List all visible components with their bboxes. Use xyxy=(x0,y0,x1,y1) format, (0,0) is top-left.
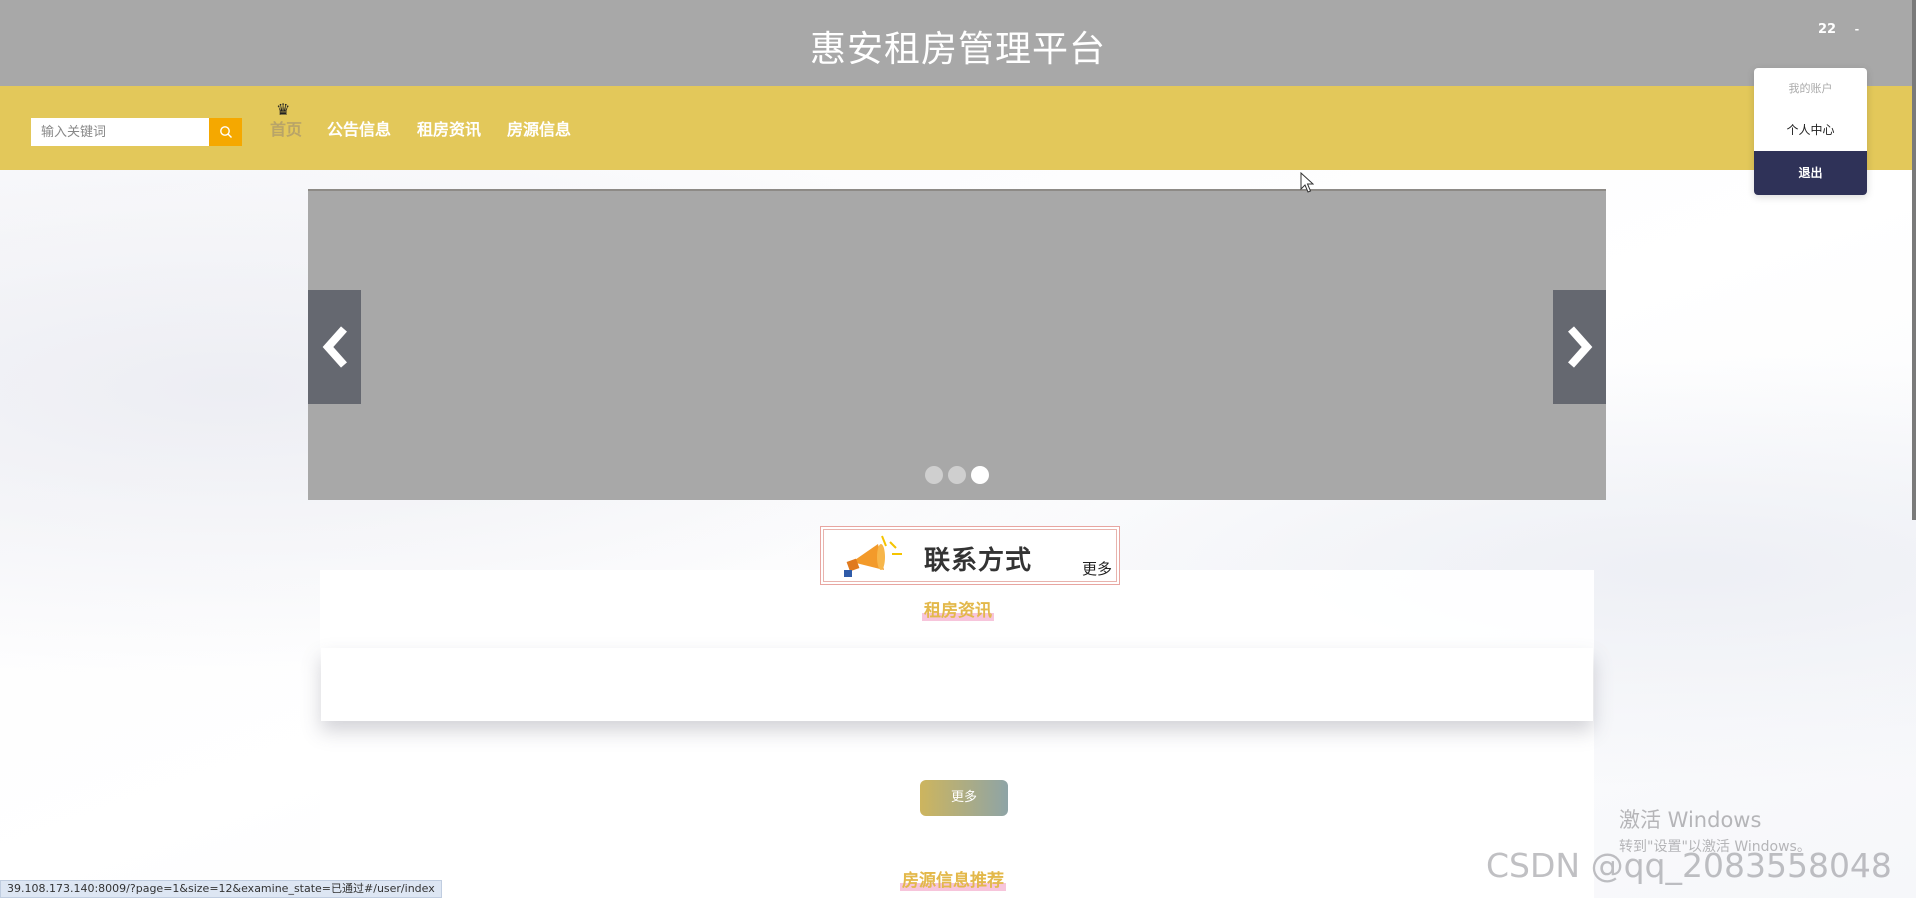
news-list-card xyxy=(321,648,1593,721)
dropdown-item-profile[interactable]: 个人中心 xyxy=(1754,110,1867,151)
carousel-dot[interactable] xyxy=(948,466,966,484)
chevron-left-icon xyxy=(322,326,347,368)
section-title-rental-news: 租房资讯 xyxy=(922,596,994,621)
site-title: 惠安租房管理平台 xyxy=(809,29,1106,70)
contact-more-link[interactable]: 更多 xyxy=(1082,558,1112,579)
carousel-dot-active[interactable] xyxy=(971,466,989,484)
user-caret-icon: - xyxy=(1854,23,1860,36)
carousel-prev-button[interactable] xyxy=(308,290,361,404)
top-title-bar: 惠安租房管理平台 22 - xyxy=(0,0,1916,86)
contact-title: 联系方式 xyxy=(924,546,1033,576)
carousel-dots xyxy=(308,466,1606,484)
contact-banner[interactable]: 联系方式 更多 xyxy=(820,526,1120,585)
page-scrollbar[interactable] xyxy=(1912,0,1916,520)
megaphone-icon xyxy=(844,535,902,577)
csdn-watermark: CSDN @qq_2083558048 xyxy=(1486,846,1892,885)
banner-carousel xyxy=(308,189,1606,500)
nav-item-listings[interactable]: 房源信息 xyxy=(507,116,571,140)
search-input[interactable] xyxy=(31,118,209,146)
logout-button[interactable]: 退出 xyxy=(1754,151,1867,195)
status-bar-url: 39.108.173.140:8009/?page=1&size=12&exam… xyxy=(0,880,442,898)
carousel-next-button[interactable] xyxy=(1553,290,1606,404)
contact-banner-inner: 联系方式 更多 xyxy=(823,529,1117,582)
section-title-recommended-listings: 房源信息推荐 xyxy=(900,866,1006,891)
account-dropdown: 我的账户 个人中心 退出 xyxy=(1754,68,1867,195)
nav-item-announcements[interactable]: 公告信息 xyxy=(327,116,391,140)
carousel-dot[interactable] xyxy=(925,466,943,484)
search-icon xyxy=(219,126,232,138)
dropdown-header: 我的账户 xyxy=(1788,82,1833,95)
nav-bar: ♛ 首页 公告信息 租房资讯 房源信息 xyxy=(0,86,1916,170)
news-more-button[interactable]: 更多 xyxy=(920,780,1008,816)
nav-item-home[interactable]: 首页 xyxy=(270,116,302,140)
user-menu-trigger[interactable]: 22 - xyxy=(1818,22,1859,37)
nav-item-rental-news[interactable]: 租房资讯 xyxy=(417,116,481,140)
mouse-cursor-icon xyxy=(1300,172,1314,193)
chevron-right-icon xyxy=(1567,326,1592,368)
search-button[interactable] xyxy=(209,118,242,146)
windows-activation-title: 激活 Windows xyxy=(1619,808,1762,832)
username: 22 xyxy=(1818,22,1837,37)
